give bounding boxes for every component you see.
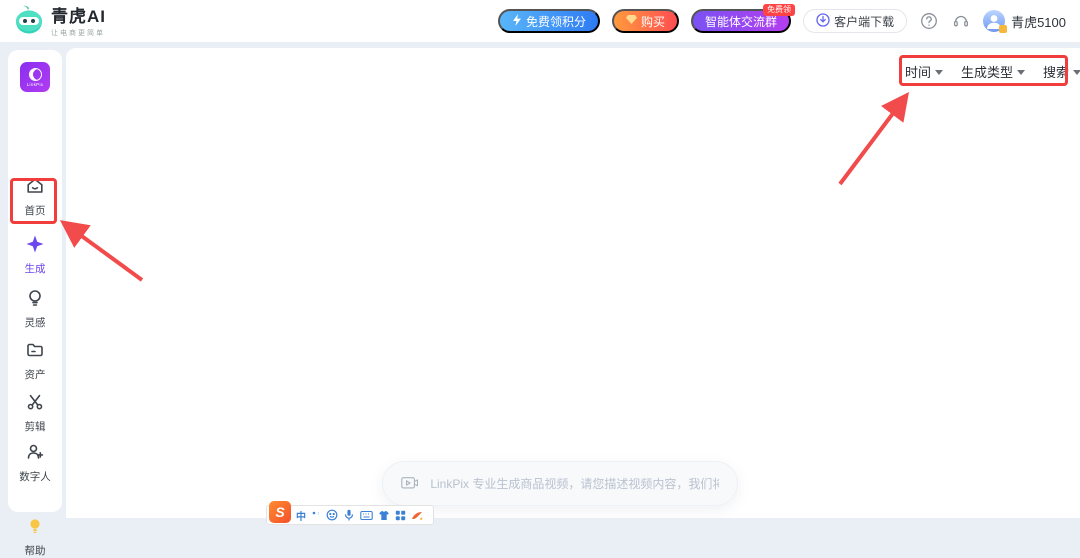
sparkle-icon <box>26 235 44 253</box>
ime-mode-toggle[interactable]: 中 <box>296 508 306 523</box>
brand-name: 青虎AI <box>51 7 106 26</box>
toolbox-grid-icon[interactable] <box>395 510 406 521</box>
voice-input-icon[interactable] <box>343 509 355 521</box>
user-menu[interactable]: 青虎5100 <box>983 10 1066 33</box>
home-icon <box>27 178 43 193</box>
sidebar-item-inspiration[interactable]: 灵感 <box>8 288 62 330</box>
username: 青虎5100 <box>1011 14 1066 30</box>
sidebar-item-digital-human[interactable]: 数字人 <box>8 442 62 484</box>
chat-placeholder: LinkPix 专业生成商品视频，请您描述视频内容，我们将帮您完成任务 <box>430 477 719 491</box>
lightning-icon <box>512 13 522 29</box>
ime-toolbar: S 中 <box>266 501 434 525</box>
brand-tagline: 让电商更简单 <box>51 30 105 37</box>
emoji-icon[interactable] <box>326 509 338 521</box>
sidebar: LinkPix 首页 生成 灵感 资产 剪辑 数字人 帮助 <box>8 50 62 557</box>
agent-group-button[interactable]: 智能体交流群 免费领 <box>691 4 796 33</box>
sidebar-item-help[interactable]: 帮助 <box>8 516 62 558</box>
app-root: 青虎AI 让电商更简单 免费领积分 购买 智能体交流群 免费领 客户端下载 青虎… <box>0 0 1080 557</box>
linkpix-moon-icon <box>28 67 42 81</box>
sidebar-item-generate[interactable]: 生成 <box>8 234 62 276</box>
help-question-icon[interactable] <box>919 11 939 31</box>
sogou-logo-icon[interactable]: S <box>269 501 291 523</box>
qinghu-robot-icon <box>14 4 44 41</box>
chat-input-bar[interactable]: LinkPix 专业生成商品视频，请您描述视频内容，我们将帮您完成任务 <box>382 461 738 506</box>
soft-keyboard-icon[interactable] <box>360 510 373 521</box>
main-content <box>66 48 1080 518</box>
vip-badge-icon <box>999 25 1008 33</box>
chevron-down-icon <box>1017 70 1026 75</box>
filter-bar: 时间 生成类型 搜索 <box>905 62 1080 81</box>
chevron-down-icon <box>1073 70 1080 75</box>
header-actions: 免费领积分 购买 智能体交流群 免费领 客户端下载 青虎5100 <box>498 0 1066 42</box>
bulb-icon <box>29 290 41 306</box>
handwriting-pen-icon[interactable] <box>411 510 423 521</box>
digital-human-icon <box>27 444 44 459</box>
sidebar-item-home[interactable]: 首页 <box>8 176 62 218</box>
client-download-button[interactable]: 客户端下载 <box>803 9 908 33</box>
folder-icon <box>27 343 43 357</box>
chevron-down-icon <box>935 70 944 75</box>
download-circle-icon <box>816 12 830 30</box>
avatar <box>983 10 1008 33</box>
help-bulb-icon <box>30 519 40 533</box>
brand[interactable]: 青虎AI 让电商更简单 <box>14 4 106 41</box>
free-credits-button[interactable]: 免费领积分 <box>498 9 601 33</box>
filter-search[interactable]: 搜索 <box>1043 62 1080 81</box>
free-badge: 免费领 <box>763 4 796 16</box>
punctuation-icon[interactable] <box>311 510 321 520</box>
headset-icon[interactable] <box>951 11 971 31</box>
skin-shirt-icon[interactable] <box>378 510 390 521</box>
media-generate-icon <box>401 476 419 488</box>
sidebar-item-edit[interactable]: 剪辑 <box>8 392 62 434</box>
sidebar-item-assets[interactable]: 资产 <box>8 340 62 382</box>
buy-button[interactable]: 购买 <box>612 9 680 33</box>
filter-time[interactable]: 时间 <box>905 62 944 81</box>
filter-gen-type[interactable]: 生成类型 <box>961 62 1026 81</box>
diamond-icon <box>626 14 638 28</box>
linkpix-logo[interactable]: LinkPix <box>20 62 50 92</box>
scissors-icon <box>27 394 43 410</box>
top-header: 青虎AI 让电商更简单 免费领积分 购买 智能体交流群 免费领 客户端下载 青虎… <box>0 0 1080 42</box>
